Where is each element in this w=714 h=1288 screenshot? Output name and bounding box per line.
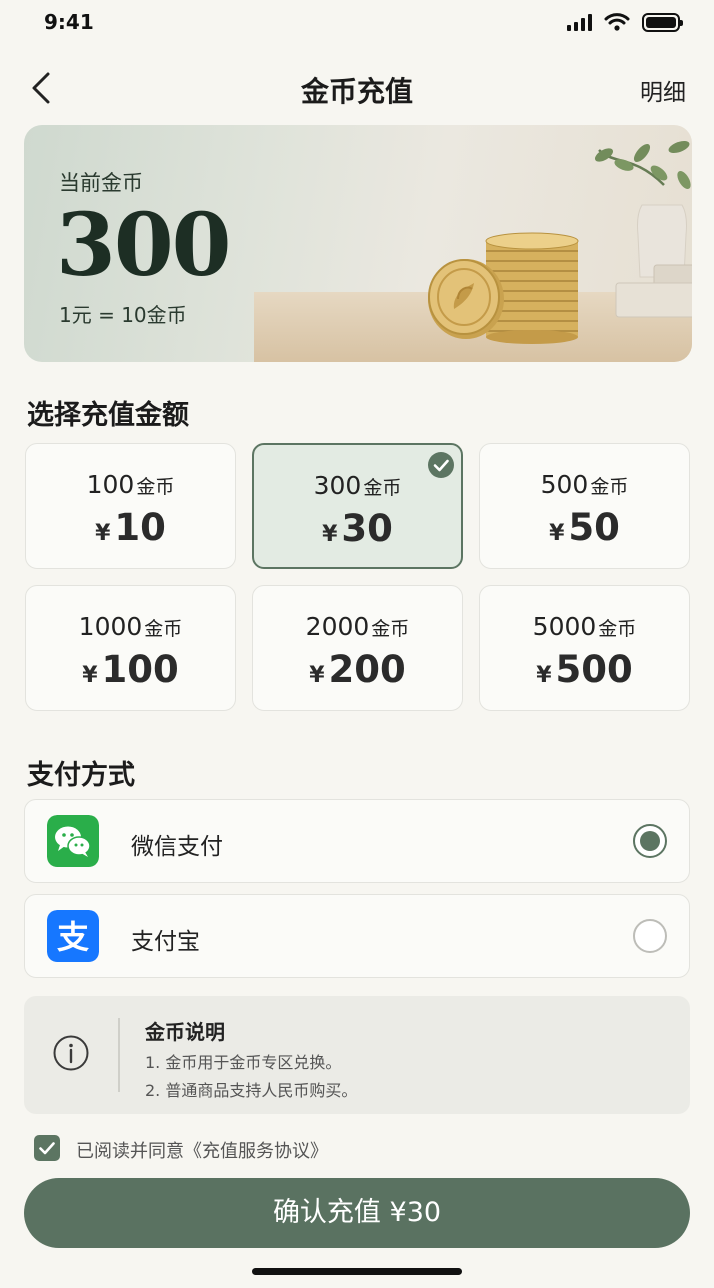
amount-price: ¥500 [536, 648, 633, 691]
detail-link[interactable]: 明细 [640, 73, 686, 107]
info-divider [118, 1018, 120, 1092]
amount-coins: 300 金币 [313, 471, 402, 500]
payment-label: 微信支付 [131, 834, 223, 860]
info-line: 1. 金币用于金币专区兑换。 [145, 1053, 342, 1072]
amount-coins: 2000 金币 [305, 612, 410, 641]
amount-price: ¥30 [322, 507, 393, 550]
radio-button-checked[interactable] [633, 824, 667, 858]
amount-option-1000[interactable]: 1000 金币 ¥100 [25, 585, 236, 711]
alipay-icon: 支 [47, 910, 99, 962]
balance-label: 当前金币 [59, 171, 143, 195]
amount-option-300[interactable]: 300 金币 ¥30 [252, 443, 463, 569]
amount-option-2000[interactable]: 2000 金币 ¥200 [252, 585, 463, 711]
status-bar: 9:41 [0, 0, 714, 48]
amount-price: ¥200 [309, 648, 406, 691]
page-title: 金币充值 [300, 75, 413, 108]
amount-coins: 5000 金币 [532, 612, 637, 641]
amount-section-title: 选择充值金额 [27, 400, 189, 431]
wifi-icon [604, 13, 630, 31]
radio-button-unchecked[interactable] [633, 919, 667, 953]
wechat-pay-icon [47, 815, 99, 867]
gold-coin-front [428, 259, 504, 339]
info-icon [53, 1035, 89, 1071]
info-title: 金币说明 [145, 1020, 225, 1044]
battery-icon [642, 12, 683, 32]
status-time: 9:41 [44, 10, 94, 34]
exchange-rate: 1元 = 10金币 [59, 303, 187, 327]
payment-method-wechat[interactable]: 微信支付 [24, 799, 690, 883]
payment-section-title: 支付方式 [27, 760, 135, 791]
amount-coins: 1000 金币 [78, 612, 183, 641]
agreement-link[interactable]: 《充值服务协议》 [184, 1141, 328, 1162]
cellular-signal-icon [567, 13, 592, 31]
plant-icon [594, 140, 691, 190]
amount-price: ¥100 [82, 648, 179, 691]
payment-method-alipay[interactable]: 支 支付宝 [24, 894, 690, 978]
check-icon [39, 1142, 55, 1155]
amount-option-100[interactable]: 100 金币 ¥10 [25, 443, 236, 569]
balance-banner: 当前金币 300 1元 = 10金币 [24, 125, 692, 362]
confirm-recharge-button[interactable]: 确认充值 ¥30 [24, 1178, 690, 1248]
agreement-text: 已阅读并同意《充值服务协议》 [76, 1137, 328, 1163]
amount-option-500[interactable]: 500 金币 ¥50 [479, 443, 690, 569]
amount-coins: 500 金币 [540, 470, 629, 499]
agreement-prefix: 已阅读并同意 [76, 1141, 184, 1162]
agreement-checkbox[interactable] [34, 1135, 60, 1161]
home-indicator [252, 1268, 462, 1275]
balance-value: 300 [56, 195, 232, 296]
payment-label: 支付宝 [131, 929, 200, 955]
coin-info-box: 金币说明 1. 金币用于金币专区兑换。 2. 普通商品支持人民币购买。 [24, 996, 690, 1114]
svg-text:支: 支 [57, 918, 89, 956]
nav-bar: 金币充值 明细 [0, 56, 714, 120]
coin-stack-illustration [428, 140, 692, 344]
status-icons [567, 12, 683, 32]
amount-price: ¥10 [95, 506, 166, 549]
amount-price: ¥50 [549, 506, 620, 549]
amount-coins: 100 金币 [86, 470, 175, 499]
amount-option-5000[interactable]: 5000 金币 ¥500 [479, 585, 690, 711]
info-line: 2. 普通商品支持人民币购买。 [145, 1081, 358, 1100]
